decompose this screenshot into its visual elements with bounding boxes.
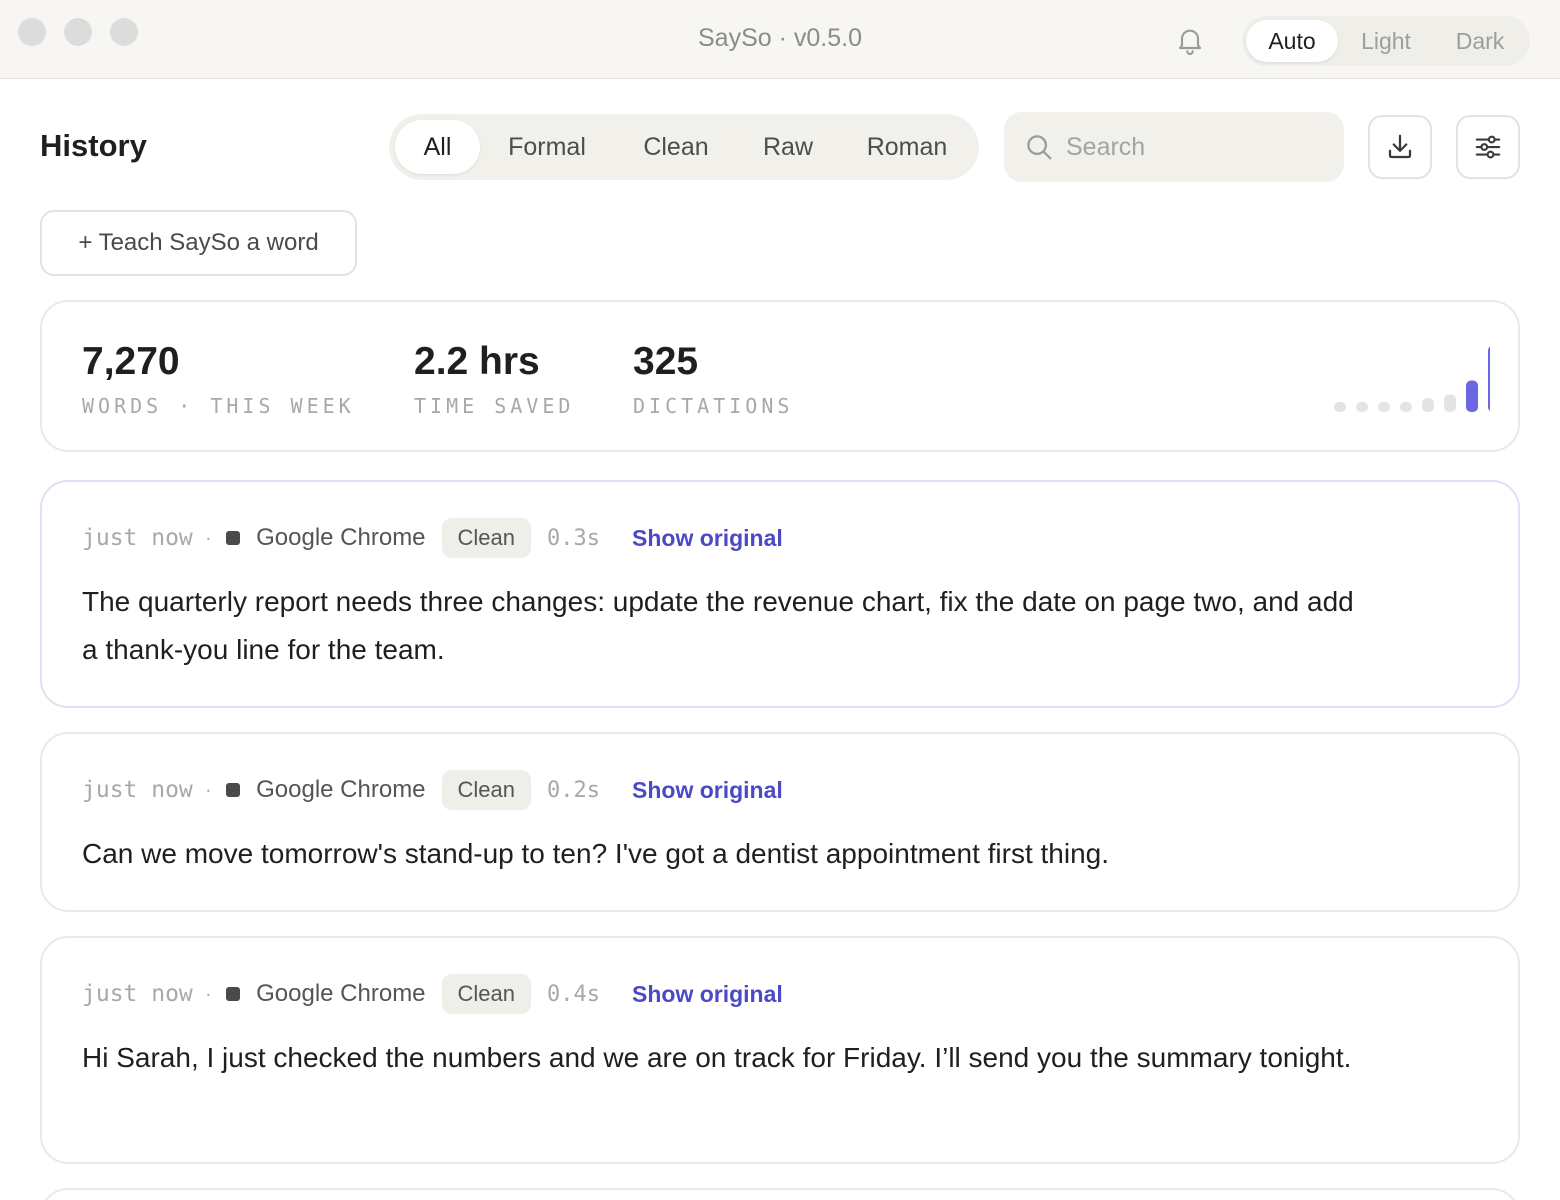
teach-word-button[interactable]: + Teach SaySo a word xyxy=(40,210,357,276)
activity-sparkline xyxy=(1334,346,1490,412)
filter-all[interactable]: All xyxy=(395,120,480,174)
stat-label: DICTATIONS xyxy=(633,394,794,418)
activity-bar xyxy=(1334,402,1346,412)
activity-bar xyxy=(1466,380,1478,412)
app-icon xyxy=(226,531,241,545)
show-original-link[interactable]: Show original xyxy=(632,981,783,1008)
filter-roman[interactable]: Roman xyxy=(847,120,967,174)
activity-bar xyxy=(1400,402,1412,412)
activity-bar xyxy=(1444,394,1456,412)
meta-separator: · xyxy=(204,777,213,802)
entry-duration: 0.3s xyxy=(547,525,600,551)
entry-meta: just now · Google Chrome Clean 0.3s Show… xyxy=(82,518,783,558)
entry-meta: just now · Google Chrome Clean 0.2s Show… xyxy=(82,770,783,810)
bell-icon[interactable] xyxy=(1174,24,1206,56)
settings-button[interactable] xyxy=(1456,115,1520,179)
entry-app: Google Chrome xyxy=(256,776,426,803)
theme-switcher: Auto Light Dark xyxy=(1242,16,1530,66)
activity-bar xyxy=(1422,398,1434,412)
stats-card: 7,270 WORDS · THIS WEEK 2.2 hrs TIME SAV… xyxy=(40,300,1520,452)
activity-bar xyxy=(1378,402,1390,412)
search-input[interactable] xyxy=(1066,124,1326,170)
history-entry[interactable]: just now · Google Chrome Clean 0.4s Show… xyxy=(40,936,1520,1164)
stat-value: 2.2 hrs xyxy=(414,340,540,383)
activity-bar xyxy=(1356,402,1368,412)
title-bar: SaySo · v0.5.0 Auto Light Dark xyxy=(0,0,1560,79)
entry-duration: 0.2s xyxy=(547,777,600,803)
sliders-icon xyxy=(1475,135,1501,159)
entry-time: just now xyxy=(82,981,193,1007)
search-icon xyxy=(1027,135,1052,160)
mode-badge: Clean xyxy=(441,974,532,1014)
download-icon xyxy=(1388,134,1412,159)
mode-badge: Clean xyxy=(441,770,532,810)
entry-duration: 0.4s xyxy=(547,981,600,1007)
show-original-link[interactable]: Show original xyxy=(632,525,783,552)
stat-label: WORDS · THIS WEEK xyxy=(82,394,355,418)
theme-option-light[interactable]: Light xyxy=(1340,20,1432,62)
entry-time: just now xyxy=(82,525,193,551)
entry-meta: just now · Google Chrome Clean 0.4s Show… xyxy=(82,974,783,1014)
entry-app: Google Chrome xyxy=(256,524,426,551)
app-icon xyxy=(226,987,241,1001)
stat-words: 7,270 WORDS · THIS WEEK xyxy=(82,340,355,418)
filter-formal[interactable]: Formal xyxy=(489,120,605,174)
entry-app: Google Chrome xyxy=(256,980,426,1007)
history-entry[interactable]: just now · Google Chrome Clean 0.2s Show… xyxy=(40,732,1520,912)
app-icon xyxy=(226,783,241,797)
theme-option-auto[interactable]: Auto xyxy=(1246,20,1338,62)
stat-value: 7,270 xyxy=(82,340,180,383)
show-original-link[interactable]: Show original xyxy=(632,777,783,804)
filter-raw[interactable]: Raw xyxy=(745,120,831,174)
stat-value: 325 xyxy=(633,340,699,383)
export-button[interactable] xyxy=(1368,115,1432,179)
theme-option-dark[interactable]: Dark xyxy=(1434,20,1526,62)
meta-separator: · xyxy=(204,525,213,550)
entry-text: The quarterly report needs three changes… xyxy=(82,586,1354,665)
mode-filter: All Formal Clean Raw Roman xyxy=(389,114,979,180)
page-title: History xyxy=(40,128,147,163)
entry-text: Can we move tomorrow's stand-up to ten? … xyxy=(82,838,1110,869)
stat-time-saved: 2.2 hrs TIME SAVED xyxy=(414,340,574,418)
entry-time: just now xyxy=(82,777,193,803)
history-entry[interactable]: just now · Google Chrome Clean 0.3s Show… xyxy=(40,480,1520,708)
filter-clean[interactable]: Clean xyxy=(621,120,731,174)
meta-separator: · xyxy=(204,981,213,1006)
activity-bar xyxy=(1488,346,1490,411)
stat-label: TIME SAVED xyxy=(414,394,575,418)
mode-badge: Clean xyxy=(441,518,532,558)
entry-text: Hi Sarah, I just checked the numbers and… xyxy=(82,1042,1352,1073)
history-entry[interactable] xyxy=(40,1188,1520,1200)
stat-dictations: 325 DICTATIONS xyxy=(633,340,793,418)
search-box xyxy=(1004,112,1344,182)
